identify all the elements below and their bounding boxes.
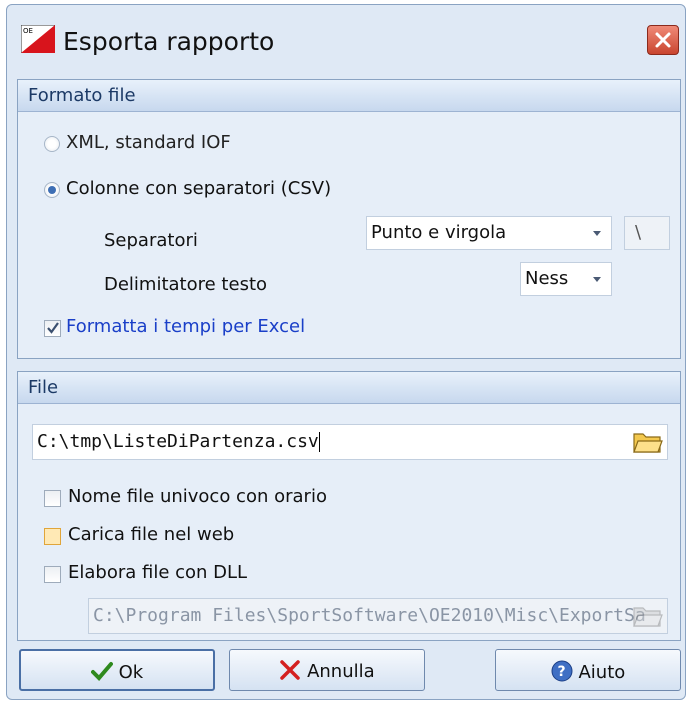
dll-checkbox[interactable] — [44, 566, 61, 583]
chevron-down-icon — [593, 231, 601, 236]
excel-label[interactable]: Formatta i tempi per Excel — [66, 316, 305, 337]
csv-label[interactable]: Colonne con separatori (CSV) — [66, 178, 331, 199]
separatori-select[interactable]: Punto e virgola — [366, 216, 612, 250]
excel-checkbox[interactable] — [44, 320, 61, 337]
help-label: Aiuto — [578, 662, 626, 683]
cancel-button[interactable]: Annulla — [229, 649, 425, 691]
upload-web-checkbox[interactable] — [44, 528, 61, 545]
checkmark-icon — [47, 322, 59, 334]
folder-open-icon — [633, 607, 663, 627]
separatori-value: Punto e virgola — [371, 222, 507, 243]
svg-text:?: ? — [557, 664, 565, 680]
dll-path-input: C:\Program Files\SportSoftware\OE2010\Mi… — [88, 598, 668, 634]
dialog-title: Esporta rapporto — [63, 27, 275, 56]
title-bar[interactable]: OE Esporta rapporto — [7, 5, 685, 69]
svg-text:OE: OE — [23, 27, 33, 35]
separatori-custom-input[interactable]: \ — [624, 216, 670, 250]
folder-open-icon[interactable] — [632, 430, 664, 454]
format-group-header: Formato file — [18, 80, 680, 112]
unique-name-checkbox[interactable] — [44, 490, 61, 507]
file-path-input[interactable]: C:\tmp\ListeDiPartenza.csv — [32, 424, 668, 460]
ok-label: Ok — [118, 662, 144, 683]
cross-icon — [280, 660, 301, 680]
help-icon: ? — [551, 660, 573, 682]
file-group: File C:\tmp\ListeDiPartenza.csv Nome fil… — [17, 371, 681, 641]
dll-path-value: C:\Program Files\SportSoftware\OE2010\Mi… — [93, 605, 646, 626]
cancel-label: Annulla — [307, 661, 375, 682]
upload-web-label[interactable]: Carica file nel web — [68, 524, 234, 545]
csv-radio[interactable] — [44, 182, 60, 198]
file-path-value: C:\tmp\ListeDiPartenza.csv — [37, 431, 319, 452]
delimitatore-value: Ness — [525, 268, 569, 289]
file-group-header: File — [18, 372, 680, 404]
format-group: Formato file XML, standard IOF Colonne c… — [17, 79, 681, 359]
xml-label[interactable]: XML, standard IOF — [66, 132, 231, 153]
dll-label[interactable]: Elabora file con DLL — [68, 562, 247, 583]
ok-button[interactable]: Ok — [19, 649, 215, 691]
help-button[interactable]: ? Aiuto — [495, 649, 681, 691]
oe-app-icon: OE — [21, 25, 55, 53]
chevron-down-icon — [593, 277, 601, 282]
close-icon — [655, 32, 671, 48]
delimitatore-label: Delimitatore testo — [104, 274, 268, 295]
unique-name-label[interactable]: Nome file univoco con orario — [68, 486, 327, 507]
delimitatore-select[interactable]: Ness — [520, 262, 612, 296]
xml-radio[interactable] — [44, 136, 60, 152]
separatori-label: Separatori — [104, 230, 198, 251]
close-button[interactable] — [647, 25, 679, 55]
export-dialog: OE Esporta rapporto Formato file XML, st… — [6, 4, 686, 700]
checkmark-icon — [90, 662, 113, 681]
separatori-custom-value: \ — [635, 222, 642, 243]
